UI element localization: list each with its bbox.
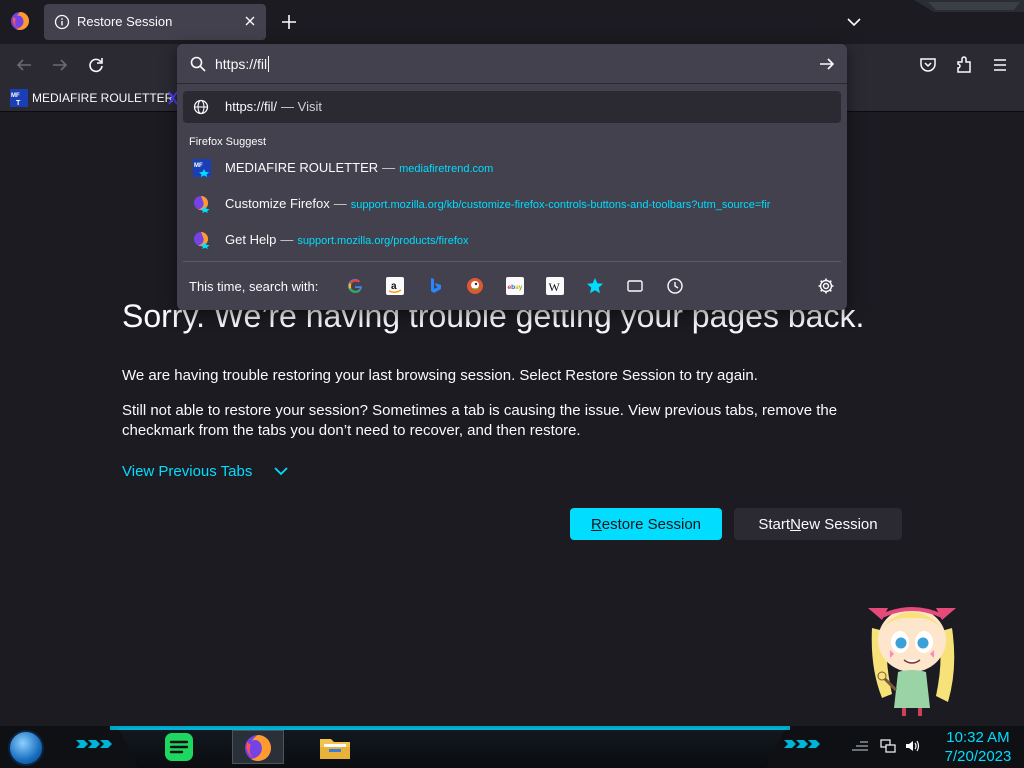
view-previous-tabs-label: View Previous Tabs [122,462,253,480]
decorative-chevrons-icon [76,740,112,748]
bookmark-mediafire-rouletter[interactable]: MF T MEDIAFIRE ROULETTER [10,89,173,107]
svg-text:MF: MF [194,163,203,169]
extensions-icon[interactable] [953,54,975,76]
help-text: Still not able to restore your session? … [122,402,838,439]
system-clock[interactable]: 10:32 AM 7/20/2023 [936,728,1020,766]
clock-time: 10:32 AM [946,729,1010,746]
amazon-icon[interactable]: a [386,277,404,295]
taskbar: 10:32 AM 7/20/2023 [0,726,1024,768]
visit-url: https://fil/ [225,99,278,114]
ebay-icon[interactable]: ebay [506,277,524,295]
suggestion-title: Customize Firefox [225,196,330,211]
firefox-suggest-heading: Firefox Suggest [189,136,267,148]
new-tab-button[interactable] [278,11,300,33]
url-input[interactable]: https://fil [177,44,847,84]
suggestion-title: MEDIAFIRE ROULETTER [225,160,379,175]
svg-text:T: T [16,100,21,107]
bookmarks-star-icon[interactable] [586,277,604,295]
suggestion-row[interactable]: MF MEDIAFIRE ROULETTER — mediafiretrend.co… [183,152,841,184]
search-with-label: This time, search with: [189,279,319,294]
notes-app-icon[interactable] [162,731,196,763]
reload-button[interactable] [85,54,107,76]
start-button[interactable] [8,730,44,766]
suggestion-url: support.mozilla.org/products/firefox [297,235,469,247]
tabs-icon[interactable] [626,277,644,295]
tray-overflow-icon[interactable] [850,738,870,754]
view-previous-tabs-toggle[interactable]: View Previous Tabs [122,462,290,480]
menu-icon[interactable] [989,54,1011,76]
firefox-logo-icon[interactable] [10,11,30,31]
tab-restore-session[interactable]: Restore Session [44,4,266,40]
pocket-icon[interactable] [917,54,939,76]
firefox-logo-icon [245,735,272,762]
start-new-session-button[interactable]: Start New Session [734,508,902,540]
duckduckgo-icon[interactable] [466,277,484,295]
clock-date: 7/20/2023 [944,748,1012,765]
url-text[interactable]: https://fil [215,56,270,72]
visit-suggestion[interactable]: https://fil/— Visit [183,91,841,123]
go-arrow-icon[interactable] [817,54,837,74]
file-explorer-icon[interactable] [318,731,352,763]
suggestion-url: support.mozilla.org/kb/customize-firefox… [350,199,771,211]
firefox-favicon-icon [194,232,210,249]
svg-text:ebay: ebay [508,284,523,291]
svg-text:W: W [549,280,561,294]
suggestion-row[interactable]: Customize Firefox — support.mozilla.org/kb… [183,188,841,220]
cartoon-character-sticker [868,607,956,716]
taskbar-center-panel [118,728,786,768]
mediafire-favicon-icon: MF T [10,89,28,107]
wikipedia-icon[interactable]: W [546,277,564,295]
bookmark-label: MEDIAFIRE ROULETTER [32,91,174,105]
gear-icon[interactable] [817,277,835,295]
mediafire-favicon-icon: MF [193,159,211,177]
urlbar-dropdown: https://fil https://fil/— Visit Firefox … [177,44,847,310]
chevron-down-icon [274,467,288,476]
back-button[interactable] [13,54,35,76]
description-text: We are having trouble restoring your las… [122,367,758,384]
decorative-chevrons-icon [784,740,820,748]
svg-text:MF: MF [11,93,20,99]
bing-icon[interactable] [426,277,444,295]
tab-strip: Restore Session [0,0,1024,44]
volume-icon[interactable] [904,738,920,754]
suggestion-url: mediafiretrend.com [399,163,494,175]
firefox-taskbar-button[interactable] [232,730,284,764]
restore-session-button[interactable]: Restore Session [570,508,722,540]
firefox-favicon-icon [194,196,210,213]
visit-action: Visit [297,99,322,114]
network-icon[interactable] [880,738,896,754]
close-icon[interactable] [242,13,258,29]
search-icon [190,56,206,72]
info-icon [54,14,70,30]
history-icon[interactable] [666,277,684,295]
globe-icon [193,99,209,115]
list-all-tabs-button[interactable] [844,12,864,32]
suggestion-row[interactable]: Get Help — support.mozilla.org/products/fi… [183,224,841,256]
forward-button[interactable] [49,54,71,76]
tab-title: Restore Session [77,14,173,29]
window-decoration [914,0,1024,12]
divider [183,261,841,262]
suggestion-title: Get Help [225,232,277,247]
google-icon[interactable] [346,277,364,295]
svg-text:a: a [391,281,397,292]
